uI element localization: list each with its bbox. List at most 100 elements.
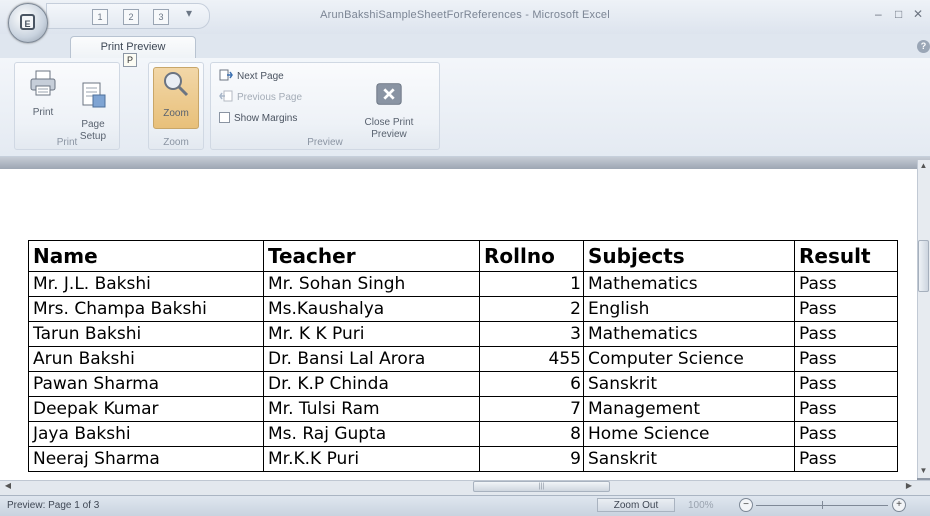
zoom-percent[interactable]: 100% bbox=[688, 500, 714, 511]
cell-result: Pass bbox=[794, 396, 898, 422]
header-teacher: Teacher bbox=[263, 240, 480, 272]
print-group: Print Page Setup Print bbox=[14, 62, 120, 150]
cell-rollno: 455 bbox=[479, 346, 584, 372]
cell-rollno: 7 bbox=[479, 396, 584, 422]
next-page-label: Next Page bbox=[237, 71, 284, 82]
zoom-slider-thumb[interactable] bbox=[822, 501, 823, 509]
cell-teacher: Mr.K.K Puri bbox=[263, 446, 480, 472]
preview-top-band bbox=[0, 157, 930, 169]
cell-name: Mr. J.L. Bakshi bbox=[28, 271, 264, 297]
help-icon[interactable]: ? bbox=[917, 40, 930, 53]
page-setup-button[interactable]: Page Setup bbox=[70, 67, 116, 142]
print-label: Print bbox=[32, 107, 54, 118]
checkbox-icon bbox=[219, 112, 230, 123]
cell-subject: Mathematics bbox=[583, 321, 795, 347]
scroll-up-icon[interactable]: ▲ bbox=[918, 161, 929, 173]
cell-result: Pass bbox=[794, 296, 898, 322]
tab-keytip: P bbox=[123, 53, 137, 67]
vertical-scrollbar[interactable] bbox=[917, 160, 930, 478]
vertical-scroll-thumb[interactable] bbox=[918, 240, 929, 292]
window-title: ArunBakshiSampleSheetForReferences - Mic… bbox=[320, 9, 610, 21]
print-group-label: Print bbox=[56, 137, 78, 148]
show-margins-label: Show Margins bbox=[234, 113, 298, 124]
table-row: Pawan Sharma Dr. K.P Chinda 6 Sanskrit Pass bbox=[28, 371, 898, 397]
cell-teacher: Dr. K.P Chinda bbox=[263, 371, 480, 397]
office-button[interactable]: E bbox=[8, 3, 48, 43]
cell-result: Pass bbox=[794, 321, 898, 347]
zoom-minus-icon[interactable]: − bbox=[739, 498, 753, 512]
close-preview-icon bbox=[376, 83, 402, 105]
scroll-down-icon[interactable]: ▼ bbox=[918, 466, 929, 478]
maximize-button[interactable]: □ bbox=[895, 7, 902, 21]
cell-rollno: 3 bbox=[479, 321, 584, 347]
cell-name: Pawan Sharma bbox=[28, 371, 264, 397]
show-margins-checkbox[interactable]: Show Margins bbox=[219, 110, 297, 128]
previous-page-icon bbox=[219, 90, 233, 102]
cell-rollno: 2 bbox=[479, 296, 584, 322]
cell-subject: Mathematics bbox=[583, 271, 795, 297]
cell-rollno: 9 bbox=[479, 446, 584, 472]
cell-result: Pass bbox=[794, 271, 898, 297]
zoom-label: Zoom bbox=[163, 108, 189, 119]
header-name: Name bbox=[28, 240, 264, 272]
close-window-button[interactable]: ✕ bbox=[913, 7, 923, 21]
table-row: Arun Bakshi Dr. Bansi Lal Arora 455 Compute… bbox=[28, 346, 898, 372]
cell-rollno: 1 bbox=[479, 271, 584, 297]
cell-rollno: 8 bbox=[479, 421, 584, 447]
printer-icon bbox=[30, 70, 56, 96]
cell-teacher: Ms.Kaushalya bbox=[263, 296, 480, 322]
table-body: Mr. J.L. Bakshi Mr. Sohan Singh 1 Mathemati… bbox=[28, 271, 898, 472]
header-result: Result bbox=[794, 240, 898, 272]
cell-name: Jaya Bakshi bbox=[28, 421, 264, 447]
cell-result: Pass bbox=[794, 446, 898, 472]
table-row: Jaya Bakshi Ms. Raj Gupta 8 Home Science Pas… bbox=[28, 421, 898, 447]
cell-teacher: Ms. Raj Gupta bbox=[263, 421, 480, 447]
office-logo-icon: E bbox=[20, 14, 35, 30]
scroll-left-icon[interactable]: ◀ bbox=[2, 481, 14, 493]
zoom-button[interactable]: Zoom bbox=[153, 67, 199, 129]
cell-teacher: Mr. K K Puri bbox=[263, 321, 480, 347]
print-button[interactable]: Print bbox=[20, 67, 66, 129]
previous-page-label: Previous Page bbox=[237, 92, 303, 103]
preview-group-label: Preview bbox=[307, 137, 343, 148]
next-page-icon bbox=[219, 69, 233, 81]
cell-subject: Sanskrit bbox=[583, 446, 795, 472]
cell-teacher: Mr. Sohan Singh bbox=[263, 271, 480, 297]
cell-subject: Sanskrit bbox=[583, 371, 795, 397]
zoom-out-button[interactable]: Zoom Out bbox=[597, 498, 675, 512]
scroll-right-icon[interactable]: ▶ bbox=[903, 481, 915, 493]
page-setup-icon bbox=[82, 82, 106, 108]
next-page-button[interactable]: Next Page bbox=[219, 68, 284, 86]
status-page-indicator: Preview: Page 1 of 3 bbox=[7, 500, 100, 511]
cell-name: Tarun Bakshi bbox=[28, 321, 264, 347]
cell-subject: Computer Science bbox=[583, 346, 795, 372]
zoom-plus-icon[interactable]: + bbox=[892, 498, 906, 512]
cell-name: Neeraj Sharma bbox=[28, 446, 264, 472]
preview-group: Next Page Previous Page Show Margins Clo… bbox=[210, 62, 440, 150]
cell-result: Pass bbox=[794, 421, 898, 447]
horizontal-scrollbar[interactable] bbox=[0, 480, 930, 495]
horizontal-scroll-thumb[interactable]: ||| bbox=[473, 481, 610, 492]
ribbon bbox=[0, 58, 930, 157]
header-subjects: Subjects bbox=[583, 240, 795, 272]
cell-teacher: Dr. Bansi Lal Arora bbox=[263, 346, 480, 372]
table-row: Mr. J.L. Bakshi Mr. Sohan Singh 1 Mathemati… bbox=[28, 271, 898, 297]
header-rollno: Rollno bbox=[479, 240, 584, 272]
cell-subject: English bbox=[583, 296, 795, 322]
zoom-group: Zoom Zoom bbox=[148, 62, 204, 150]
cell-result: Pass bbox=[794, 346, 898, 372]
data-table: Name Teacher Rollno Subjects Result Mr. … bbox=[28, 240, 898, 472]
table-header-row: Name Teacher Rollno Subjects Result bbox=[28, 240, 898, 272]
magnifier-icon bbox=[164, 72, 189, 97]
cell-name: Mrs. Champa Bakshi bbox=[28, 296, 264, 322]
table-row: Neeraj Sharma Mr.K.K Puri 9 Sanskrit Pass bbox=[28, 446, 898, 472]
table-row: Tarun Bakshi Mr. K K Puri 3 Mathematics Pass bbox=[28, 321, 898, 347]
minimize-button[interactable]: – bbox=[875, 7, 882, 21]
cell-teacher: Mr. Tulsi Ram bbox=[263, 396, 480, 422]
zoom-group-label: Zoom bbox=[163, 137, 189, 148]
close-print-preview-button[interactable]: Close Print Preview bbox=[356, 67, 422, 140]
previous-page-button[interactable]: Previous Page bbox=[219, 89, 302, 107]
cell-name: Deepak Kumar bbox=[28, 396, 264, 422]
table-row: Mrs. Champa Bakshi Ms.Kaushalya 2 English Pa… bbox=[28, 296, 898, 322]
cell-rollno: 6 bbox=[479, 371, 584, 397]
